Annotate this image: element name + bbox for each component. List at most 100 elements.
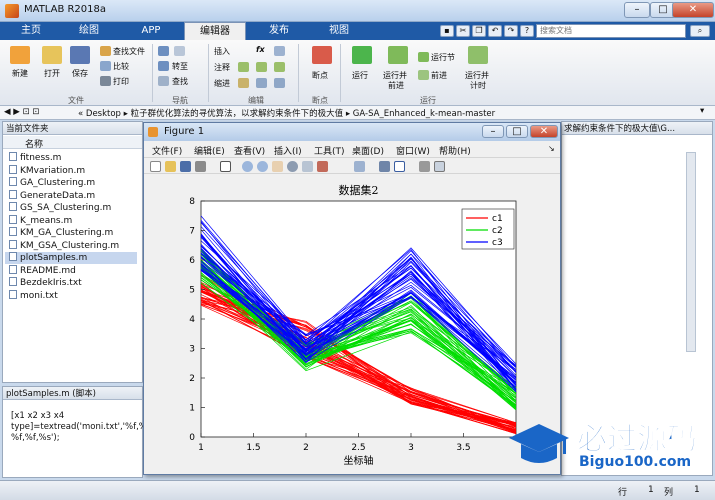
uncomment-icon[interactable]	[256, 62, 267, 72]
figure-minimize-button[interactable]: –	[482, 125, 504, 138]
quick-copy-icon[interactable]: ❐	[472, 25, 486, 37]
file-list-item[interactable]: plotSamples.m	[5, 252, 137, 264]
save-figure-icon[interactable]	[180, 161, 191, 172]
rotate-3d-icon[interactable]	[287, 161, 298, 172]
file-list-item[interactable]: fitness.m	[9, 152, 141, 164]
data-cursor-icon[interactable]	[302, 161, 313, 172]
menu-edit[interactable]: 编辑(E)	[194, 144, 225, 157]
open-file-icon[interactable]	[165, 161, 176, 172]
insert-menu-icon[interactable]	[274, 46, 285, 56]
menu-help[interactable]: 帮助(H)	[439, 144, 471, 157]
zoom-out-icon[interactable]	[257, 161, 268, 172]
search-icon[interactable]: ⌕	[690, 25, 710, 37]
comment-icon[interactable]	[238, 62, 249, 72]
editor-tab[interactable]: 求解约束条件下的极大值\G...	[562, 122, 712, 135]
address-dropdown-icon[interactable]: ▾	[700, 106, 704, 116]
nav-group-label: 导航	[172, 96, 188, 105]
close-button[interactable]: ✕	[672, 2, 714, 18]
find-files-button[interactable]: 查找文件	[113, 46, 145, 57]
search-docs-input[interactable]: 搜索文档	[536, 24, 686, 38]
smart-indent-icon[interactable]	[238, 78, 249, 88]
breakpoints-button[interactable]: 断点	[312, 70, 328, 81]
quick-cut-icon[interactable]: ✂	[456, 25, 470, 37]
open-button[interactable]: 打开	[44, 68, 60, 79]
fx-button[interactable]: fx	[256, 45, 265, 54]
link-plot-icon[interactable]	[354, 161, 365, 172]
zoom-in-icon[interactable]	[242, 161, 253, 172]
menu-window[interactable]: 窗口(W)	[396, 144, 430, 157]
new-figure-icon[interactable]	[150, 161, 161, 172]
quick-undo-icon[interactable]: ↶	[488, 25, 502, 37]
comment-button[interactable]: 注释	[214, 62, 230, 73]
menu-tools[interactable]: 工具(T)	[314, 144, 345, 157]
menu-view[interactable]: 查看(V)	[234, 144, 265, 157]
editor-scrollbar[interactable]	[686, 152, 696, 352]
forward-arrow-icon[interactable]	[174, 46, 185, 56]
file-list-item[interactable]: KM_GSA_Clustering.m	[9, 239, 141, 252]
menu-file[interactable]: 文件(F)	[152, 144, 182, 157]
address-nav-arrows[interactable]: ◀ ▶ ⊡ ⊡	[4, 107, 39, 117]
x-tick-label: 1.5	[246, 443, 260, 453]
figure-close-button[interactable]: ✕	[530, 125, 558, 138]
run-advance-label-2[interactable]: 前进	[388, 80, 404, 91]
pan-hand-icon[interactable]	[272, 161, 283, 172]
run-section-button[interactable]: 运行节	[431, 52, 455, 63]
address-path[interactable]: « Desktop ▸ 粒子群优化算法的寻优算法，以求解约束条件下的极大值 ▸ …	[78, 107, 495, 119]
legend-icon[interactable]	[394, 161, 405, 172]
figure-maximize-button[interactable]: □	[506, 125, 528, 138]
quick-redo-icon[interactable]: ↷	[504, 25, 518, 37]
run-icon[interactable]	[352, 46, 372, 64]
help-icon[interactable]: ?	[520, 25, 534, 37]
tab-editor[interactable]: 编辑器	[184, 22, 246, 40]
hide-plot-tools-icon[interactable]	[419, 161, 430, 172]
run-advance-icon[interactable]	[388, 46, 408, 64]
wrap-comment-icon[interactable]	[274, 62, 285, 72]
back-arrow-icon[interactable]	[158, 46, 169, 56]
print-button[interactable]: 打印	[113, 76, 129, 87]
save-button[interactable]: 保存	[72, 68, 88, 79]
tab-apps[interactable]: APP	[124, 22, 178, 40]
tab-publish[interactable]: 发布	[252, 22, 306, 40]
file-list-item[interactable]: K_means.m	[9, 214, 141, 227]
print-figure-icon[interactable]	[195, 161, 206, 172]
file-list-item[interactable]: GA_Clustering.m	[9, 177, 141, 189]
window-title: MATLAB R2018a	[24, 4, 107, 15]
column-header[interactable]: 名称	[3, 136, 142, 150]
find-button[interactable]: 查找	[172, 76, 188, 87]
edit-plot-arrow-icon[interactable]	[220, 161, 231, 172]
file-list-item[interactable]: GenerateData.m	[9, 189, 141, 202]
save-icon[interactable]	[70, 46, 90, 64]
dock-arrow-icon[interactable]: ↘	[548, 144, 555, 153]
show-plot-tools-icon[interactable]	[434, 161, 445, 172]
tab-home[interactable]: 主页	[4, 22, 58, 40]
indent-button[interactable]: 缩进	[214, 78, 230, 89]
new-icon[interactable]	[10, 46, 30, 64]
breakpoint-icon[interactable]	[312, 46, 332, 64]
run-time-label-2[interactable]: 计时	[470, 80, 486, 91]
brush-icon[interactable]	[317, 161, 328, 172]
decrease-indent-icon[interactable]	[274, 78, 285, 88]
run-time-icon[interactable]	[468, 46, 488, 64]
colorbar-icon[interactable]	[379, 161, 390, 172]
tab-view[interactable]: 视图	[312, 22, 366, 40]
new-button[interactable]: 新建	[12, 68, 28, 79]
tab-plots[interactable]: 绘图	[62, 22, 116, 40]
file-list-item[interactable]: README.md	[9, 264, 141, 277]
increase-indent-icon[interactable]	[256, 78, 267, 88]
advance-button[interactable]: 前进	[431, 70, 447, 81]
minimize-button[interactable]: –	[624, 2, 650, 18]
file-list-item[interactable]: moni.txt	[9, 289, 141, 302]
menu-insert[interactable]: 插入(I)	[274, 144, 302, 157]
file-list-item[interactable]: KMvariation.m	[9, 164, 141, 177]
window-titlebar: MATLAB R2018a – □ ✕	[0, 0, 715, 22]
compare-button[interactable]: 比较	[113, 61, 129, 72]
quick-save-icon[interactable]: ▪	[440, 25, 454, 37]
file-list-item[interactable]: BezdekIris.txt	[9, 277, 141, 289]
open-folder-icon[interactable]	[42, 46, 62, 64]
file-list-item[interactable]: GS_SA_Clustering.m	[9, 202, 141, 214]
menu-desktop[interactable]: 桌面(D)	[352, 144, 384, 157]
run-button[interactable]: 运行	[352, 70, 368, 81]
insert-button[interactable]: 插入	[214, 46, 230, 57]
file-list-item[interactable]: KM_GA_Clustering.m	[9, 227, 141, 239]
goto-button[interactable]: 转至	[172, 61, 188, 72]
